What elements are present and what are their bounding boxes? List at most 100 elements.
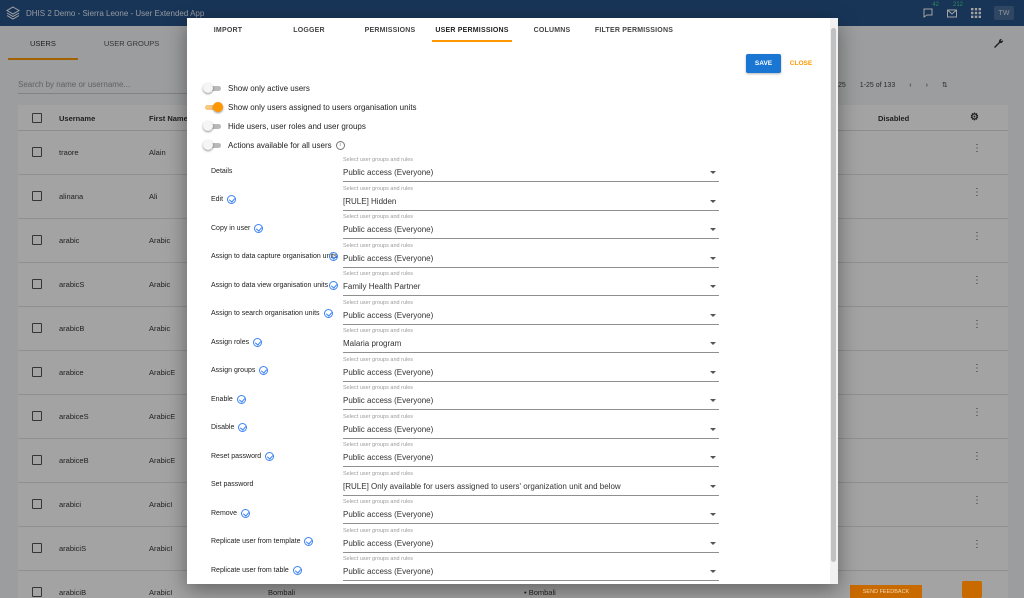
permission-select[interactable]: Select user groups and rules Public acces… xyxy=(343,556,719,584)
check-circle-icon xyxy=(329,280,338,290)
permission-select[interactable]: Select user groups and rules Public acces… xyxy=(343,300,719,328)
settings-dialog: IMPORT LOGGER PERMISSIONS USER PERMISSIO… xyxy=(187,18,838,584)
toggle-row: Show only active users xyxy=(203,81,310,95)
permission-select[interactable]: Select user groups and rules Public acces… xyxy=(343,357,719,385)
select-hint: Select user groups and rules xyxy=(343,242,414,249)
select-value: [RULE] Only available for users assigned… xyxy=(343,481,621,491)
tab-user-permissions[interactable]: USER PERMISSIONS xyxy=(432,18,512,42)
select-value: Public access (Everyone) xyxy=(343,367,434,377)
permission-select[interactable]: Select user groups and rules Public acces… xyxy=(343,499,719,527)
permission-label: Details xyxy=(211,157,339,185)
check-circle-icon xyxy=(253,337,263,347)
dropdown-arrow-icon[interactable] xyxy=(710,484,716,488)
select-value: Public access (Everyone) xyxy=(343,510,434,519)
permission-label-text: Assign to search organisation units xyxy=(211,310,320,317)
toggle-label: Show only users assigned to users organi… xyxy=(228,102,417,112)
select-hint: Select user groups and rules xyxy=(343,328,414,334)
toggle-switch[interactable] xyxy=(203,102,223,112)
dropdown-arrow-icon[interactable] xyxy=(710,399,716,402)
dropdown-arrow-icon[interactable] xyxy=(710,427,716,431)
tab-import[interactable]: IMPORT xyxy=(201,18,255,42)
dropdown-arrow-icon[interactable] xyxy=(710,313,716,317)
dropdown-arrow-icon[interactable] xyxy=(710,570,716,573)
permission-label: Set password xyxy=(211,471,339,499)
check-circle-icon xyxy=(323,309,333,318)
permission-select[interactable]: Select user groups and rules Public acces… xyxy=(343,442,719,470)
check-circle-icon xyxy=(227,195,237,204)
send-feedback-button[interactable]: SEND FEEDBACK xyxy=(850,585,922,598)
check-circle-icon xyxy=(254,223,264,233)
help-button[interactable] xyxy=(962,581,982,598)
select-value: Public access (Everyone) xyxy=(343,310,434,320)
permission-label: Assign to search organisation units xyxy=(211,300,339,328)
permission-label-text: Reset password xyxy=(211,452,262,460)
dropdown-arrow-icon[interactable] xyxy=(710,513,716,516)
scrollbar-thumb[interactable] xyxy=(831,28,836,562)
dropdown-arrow-icon[interactable] xyxy=(710,228,716,231)
toggle-switch[interactable] xyxy=(203,83,223,93)
permission-label-text: Assign to data capture organisation unit… xyxy=(211,253,338,260)
permission-row: Assign roles Select user groups and rules… xyxy=(187,328,827,356)
permission-select[interactable]: Select user groups and rules Public acces… xyxy=(343,385,719,413)
permission-select[interactable]: Select user groups and rules Public acces… xyxy=(343,414,719,442)
toggle-switch[interactable] xyxy=(203,121,223,131)
tab-permissions[interactable]: PERMISSIONS xyxy=(357,18,423,42)
select-hint: Select user groups and rules xyxy=(343,157,414,163)
permission-row: Remove Select user groups and rules Public… xyxy=(187,499,827,527)
save-button[interactable]: SAVE xyxy=(746,54,781,73)
select-value: Malaria program xyxy=(343,339,402,348)
dropdown-arrow-icon[interactable] xyxy=(710,541,716,545)
toggle-switch[interactable] xyxy=(203,140,223,150)
permission-select[interactable]: Select user groups and rules Malaria prog… xyxy=(343,328,719,356)
permission-row: Copy in user Select user groups and rules… xyxy=(187,214,827,242)
permission-select[interactable]: Select user groups and rules [RULE] Only … xyxy=(343,471,719,499)
dropdown-arrow-icon[interactable] xyxy=(710,370,716,374)
permission-select[interactable]: Select user groups and rules Public acces… xyxy=(343,243,719,271)
info-icon[interactable]: i xyxy=(335,140,345,150)
permission-label-text: Copy in user xyxy=(211,224,251,232)
dropdown-arrow-icon[interactable] xyxy=(710,171,716,174)
check-circle-icon xyxy=(329,252,338,261)
permission-select[interactable]: Select user groups and rules Family Healt… xyxy=(343,271,719,299)
check-circle-icon xyxy=(265,451,275,461)
permission-label: Assign groups xyxy=(211,357,339,385)
toggle-row: Actions available for all users i xyxy=(203,138,345,152)
permission-label: Disable xyxy=(211,414,339,442)
dialog-scrollbar[interactable] xyxy=(830,18,838,584)
check-circle-icon xyxy=(292,565,302,575)
tab-filter-permissions[interactable]: FILTER PERMISSIONS xyxy=(592,18,676,42)
permission-label-text: Replicate user from template xyxy=(211,538,301,545)
permission-row: Assign groups Select user groups and rule… xyxy=(187,357,827,385)
dropdown-arrow-icon[interactable] xyxy=(710,199,716,203)
select-value: Public access (Everyone) xyxy=(343,396,434,405)
permission-row: Details Select user groups and rules Publi… xyxy=(187,157,827,185)
close-button[interactable]: CLOSE xyxy=(787,54,815,73)
permission-select[interactable]: Select user groups and rules Public acces… xyxy=(343,214,719,242)
select-hint: Select user groups and rules xyxy=(343,499,414,505)
permission-row: Disable Select user groups and rules Publi… xyxy=(187,414,827,442)
select-hint: Select user groups and rules xyxy=(343,299,414,306)
tab-columns[interactable]: COLUMNS xyxy=(527,18,577,42)
select-value: Public access (Everyone) xyxy=(343,225,434,234)
dropdown-arrow-icon[interactable] xyxy=(710,256,716,260)
select-value: Public access (Everyone) xyxy=(343,453,434,462)
permission-label: Replicate user from table xyxy=(211,556,339,584)
permission-label: Reset password xyxy=(211,442,339,470)
permission-select[interactable]: Select user groups and rules [RULE] Hidde… xyxy=(343,186,719,214)
permission-row: Replicate user from template Select user … xyxy=(187,528,827,556)
tab-logger[interactable]: LOGGER xyxy=(281,18,337,42)
dropdown-arrow-icon[interactable] xyxy=(710,285,716,288)
select-hint: Select user groups and rules xyxy=(343,442,414,448)
permission-row: Edit Select user groups and rules [RULE] H… xyxy=(187,186,827,214)
permission-select[interactable]: Select user groups and rules Public acces… xyxy=(343,528,719,556)
permission-label-text: Enable xyxy=(211,395,233,403)
permission-label: Assign to data capture organisation unit… xyxy=(211,243,339,271)
dropdown-arrow-icon[interactable] xyxy=(710,456,716,459)
permission-select[interactable]: Select user groups and rules Public acces… xyxy=(343,157,719,185)
permission-label: Remove xyxy=(211,499,339,527)
dropdown-arrow-icon[interactable] xyxy=(710,342,716,345)
select-value: Public access (Everyone) xyxy=(343,168,434,177)
select-hint: Select user groups and rules xyxy=(343,185,414,192)
permission-row: Enable Select user groups and rules Public… xyxy=(187,385,827,413)
permission-label-text: Assign groups xyxy=(211,367,256,374)
